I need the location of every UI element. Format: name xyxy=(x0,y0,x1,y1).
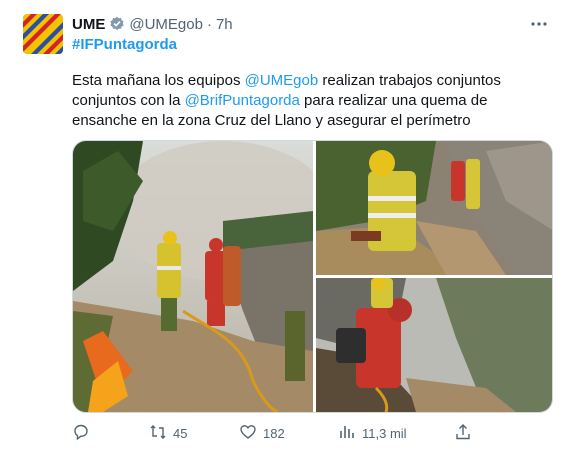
photo-firefighters-trail[interactable] xyxy=(73,141,313,412)
text-part: Esta mañana los equipos xyxy=(72,72,245,89)
photo-firefighter-smoke[interactable] xyxy=(316,278,552,412)
tweet[interactable]: UME @UMEgob · 7h #IFPuntagorda Esta maña… xyxy=(0,0,563,453)
like-button[interactable]: 182 xyxy=(239,423,285,444)
views-count: 11,3 mil xyxy=(362,425,407,441)
views-chart-icon xyxy=(338,423,356,444)
timestamp[interactable]: 7h xyxy=(216,16,233,33)
verified-badge-icon xyxy=(109,16,125,32)
media-grid xyxy=(72,140,553,413)
author-handle[interactable]: @UMEgob xyxy=(129,16,203,33)
reply-icon xyxy=(72,423,90,444)
photo-firefighter-closeup[interactable] xyxy=(316,141,552,275)
avatar[interactable] xyxy=(23,14,63,54)
tweet-header: UME @UMEgob · 7h xyxy=(72,14,553,34)
tweet-text: Esta mañana los equipos @UMEgob realizan… xyxy=(72,71,542,131)
hashtag-link[interactable]: #IFPuntagorda xyxy=(72,36,177,53)
views-button[interactable]: 11,3 mil xyxy=(338,423,407,444)
tweet-actions: 45 182 11,3 mil xyxy=(72,422,542,444)
share-icon xyxy=(454,423,472,444)
reply-button[interactable] xyxy=(72,423,96,444)
retweet-icon xyxy=(149,423,167,444)
share-button[interactable] xyxy=(454,423,472,444)
more-horizontal-icon[interactable] xyxy=(529,14,549,34)
mention-link[interactable]: @BrifPuntagorda xyxy=(185,92,300,109)
author-name[interactable]: UME xyxy=(72,16,105,33)
mention-link[interactable]: @UMEgob xyxy=(245,72,319,89)
like-count: 182 xyxy=(263,425,285,441)
heart-icon xyxy=(239,423,257,444)
retweet-count: 45 xyxy=(173,425,188,441)
separator: · xyxy=(206,15,212,33)
retweet-button[interactable]: 45 xyxy=(149,423,187,444)
